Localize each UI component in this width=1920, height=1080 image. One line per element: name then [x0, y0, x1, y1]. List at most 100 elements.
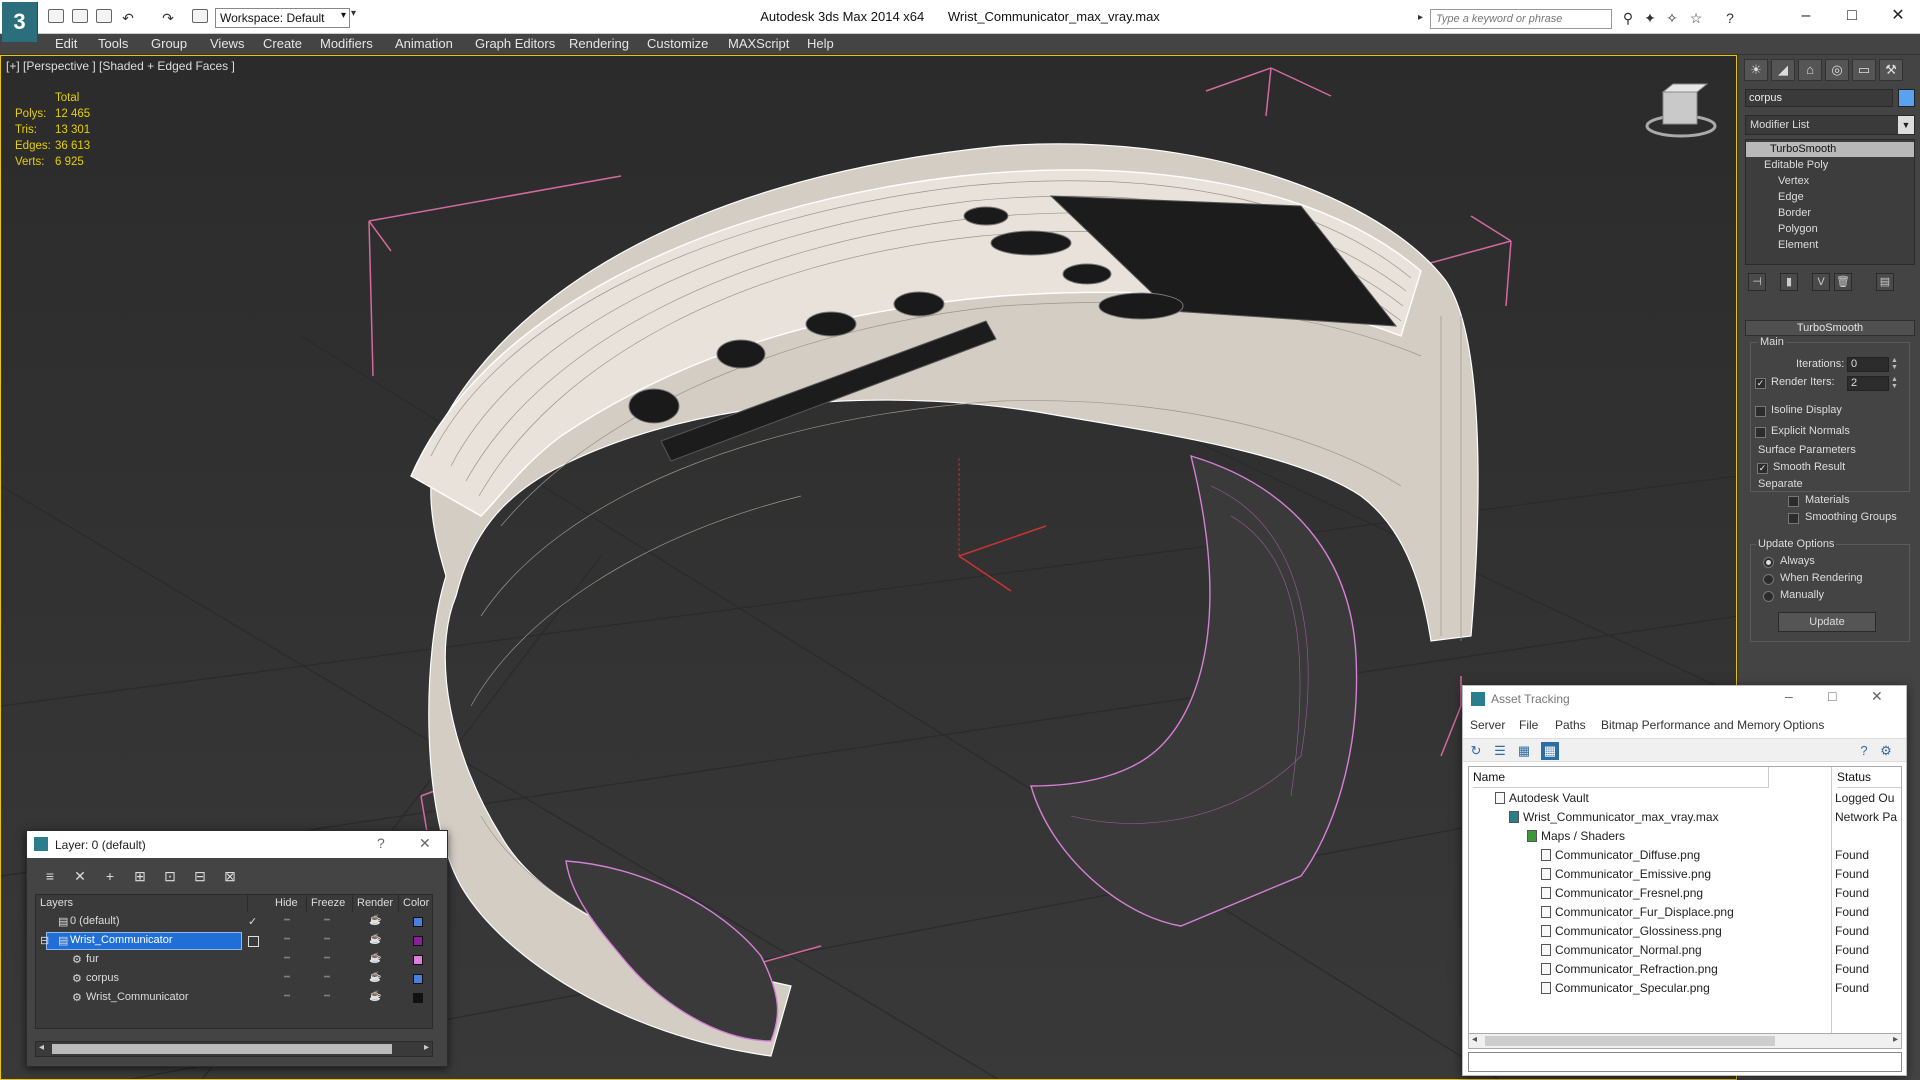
iterations-spinner[interactable]: 0 — [1847, 357, 1889, 372]
layer-dialog-titlebar[interactable]: Layer: 0 (default) ? ✕ — [27, 831, 447, 858]
app-logo-icon[interactable]: 3 — [2, 2, 38, 42]
communication-icon[interactable]: ✧ — [1664, 10, 1680, 26]
column-color[interactable]: Color — [403, 895, 433, 912]
make-unique-icon[interactable]: V — [1812, 273, 1830, 291]
menu-create[interactable]: Create — [263, 36, 302, 51]
list-view-icon[interactable]: ☰ — [1491, 742, 1509, 760]
freeze-toggle[interactable]: ┅ — [324, 972, 330, 983]
render-iters-spinner[interactable]: 2 — [1847, 376, 1889, 391]
binoculars-icon[interactable]: ⚲ — [1620, 10, 1636, 26]
freeze-toggle[interactable]: ┅ — [324, 934, 330, 945]
asset-row[interactable]: Autodesk Vault Logged Ou — [1469, 789, 1901, 808]
search-input[interactable]: Type a keyword or phrase — [1430, 9, 1612, 29]
create-tab-icon[interactable]: ☀ — [1744, 59, 1768, 81]
freeze-toggle[interactable]: ┅ — [324, 991, 330, 1002]
asset-row[interactable]: Wrist_Communicator_max_vray.max Network … — [1469, 808, 1901, 827]
object-name-field[interactable]: corpus — [1745, 89, 1893, 107]
asset-horizontal-scrollbar[interactable]: ◂ ▸ — [1468, 1033, 1902, 1049]
menu-maxscript[interactable]: MAXScript — [728, 36, 789, 51]
menu-edit[interactable]: Edit — [55, 36, 77, 51]
asset-menu-options[interactable]: Options — [1783, 718, 1824, 732]
pin-stack-icon[interactable]: ⊣ — [1748, 273, 1766, 291]
asset-menu-server[interactable]: Server — [1470, 718, 1505, 732]
viewport-label[interactable]: [+] [Perspective ] [Shaded + Edged Faces… — [6, 59, 235, 73]
teapot-render-icon[interactable]: ☕ — [369, 915, 381, 926]
minimize-button[interactable]: – — [1785, 688, 1793, 704]
highlight-layer-icon[interactable]: ⊟ — [190, 866, 210, 886]
object-color-swatch[interactable] — [413, 974, 423, 984]
layer-row[interactable]: ⚙ Wrist_Communicator ┅ ┅ ☕ — [36, 989, 432, 1008]
menu-graph-editors[interactable]: Graph Editors — [475, 36, 555, 51]
object-color-swatch[interactable] — [413, 955, 423, 965]
settings-icon[interactable]: ⚙ — [1877, 742, 1895, 760]
teapot-render-icon[interactable]: ☕ — [369, 972, 381, 983]
spinner-arrows-icon[interactable]: ▲ ▼ — [1891, 357, 1899, 372]
asset-row[interactable]: Communicator_Diffuse.png Found — [1469, 846, 1901, 865]
column-hide[interactable]: Hide — [275, 895, 307, 912]
modify-tab-icon[interactable]: ◢ — [1771, 59, 1795, 81]
undo-icon[interactable]: ↶ — [120, 10, 136, 26]
scroll-right-icon[interactable]: ▸ — [424, 1042, 429, 1053]
update-always-radio[interactable] — [1763, 557, 1774, 568]
refresh-icon[interactable]: ↻ — [1467, 742, 1485, 760]
menu-group[interactable]: Group — [151, 36, 187, 51]
customize-toolbar-icon[interactable]: ▾ — [351, 8, 361, 28]
asset-row[interactable]: Communicator_Fur_Displace.png Found — [1469, 903, 1901, 922]
subscription-icon[interactable]: ✦ — [1642, 10, 1658, 26]
help-icon[interactable]: ? — [377, 835, 385, 851]
explicit-normals-checkbox[interactable] — [1755, 427, 1766, 438]
stack-item-element[interactable]: Element — [1746, 238, 1914, 253]
update-manually-radio[interactable] — [1763, 591, 1774, 602]
layer-row[interactable]: ⊟ ▤ Wrist_Communicator ┅ ┅ ☕ — [36, 932, 432, 951]
smooth-result-checkbox[interactable]: ✓ — [1757, 463, 1768, 474]
search-expand-icon[interactable]: ▸ — [1418, 12, 1423, 23]
asset-row[interactable]: Communicator_Specular.png Found — [1469, 979, 1901, 998]
motion-tab-icon[interactable]: ◎ — [1825, 59, 1849, 81]
render-iters-checkbox[interactable]: ✓ — [1755, 378, 1766, 389]
add-selection-to-layer-icon[interactable]: ⊞ — [130, 866, 150, 886]
configure-sets-icon[interactable]: ▤ — [1876, 273, 1894, 291]
hide-toggle[interactable]: ┅ — [284, 934, 290, 945]
hide-toggle[interactable]: ┅ — [284, 915, 290, 926]
workspace-select[interactable]: Workspace: Default ▾ — [215, 8, 350, 28]
menu-help[interactable]: Help — [807, 36, 834, 51]
isoline-display-checkbox[interactable] — [1755, 406, 1766, 417]
materials-checkbox[interactable] — [1788, 496, 1799, 507]
column-layers[interactable]: Layers — [40, 895, 248, 912]
select-objects-in-layer-icon[interactable]: ⊡ — [160, 866, 180, 886]
asset-dialog-titlebar[interactable]: Asset Tracking – □ ✕ — [1463, 686, 1906, 712]
teapot-render-icon[interactable]: ☕ — [369, 953, 381, 964]
layer-row[interactable]: ⚙ corpus ┅ ┅ ☕ — [36, 970, 432, 989]
freeze-toggle[interactable]: ┅ — [324, 915, 330, 926]
asset-row[interactable]: Communicator_Fresnel.png Found — [1469, 884, 1901, 903]
favorites-star-icon[interactable]: ☆ — [1688, 10, 1704, 26]
update-when-rendering-radio[interactable] — [1763, 574, 1774, 585]
view-cube[interactable] — [1645, 83, 1717, 138]
project-folder-icon[interactable] — [192, 9, 208, 23]
active-layer-checkbox[interactable] — [248, 936, 259, 947]
tree-view-icon[interactable]: ▦ — [1515, 742, 1533, 760]
help-icon[interactable]: ? — [1855, 742, 1873, 760]
menu-animation[interactable]: Animation — [395, 36, 453, 51]
column-freeze[interactable]: Freeze — [311, 895, 353, 912]
layer-settings-icon[interactable]: ≡ — [40, 866, 60, 886]
stack-item-polygon[interactable]: Polygon — [1746, 222, 1914, 237]
stack-item-edge[interactable]: Edge — [1746, 190, 1914, 205]
stack-item-border[interactable]: Border — [1746, 206, 1914, 221]
asset-menu-paths[interactable]: Paths — [1555, 718, 1586, 732]
layer-row[interactable]: ▤ 0 (default) ✓ ┅ ┅ ☕ — [36, 913, 432, 932]
hierarchy-tab-icon[interactable]: ⌂ — [1798, 59, 1822, 81]
asset-menu-file[interactable]: File — [1519, 718, 1538, 732]
close-button[interactable]: ✕ — [1871, 688, 1883, 705]
utilities-tab-icon[interactable]: ⚒ — [1879, 59, 1903, 81]
teapot-render-icon[interactable]: ☕ — [369, 991, 381, 1002]
freeze-toggle[interactable]: ┅ — [324, 953, 330, 964]
scrollbar-thumb[interactable] — [52, 1044, 392, 1054]
menu-tools[interactable]: Tools — [98, 36, 128, 51]
close-icon[interactable]: ✕ — [419, 835, 431, 852]
layer-horizontal-scrollbar[interactable]: ◂ ▸ — [35, 1041, 433, 1057]
object-color-swatch[interactable] — [413, 993, 423, 1003]
asset-menu-bitmap-performance[interactable]: Bitmap Performance and Memory — [1601, 718, 1780, 732]
update-button[interactable]: Update — [1778, 612, 1876, 632]
turbosmooth-rollout-header[interactable]: TurboSmooth — [1745, 320, 1915, 336]
